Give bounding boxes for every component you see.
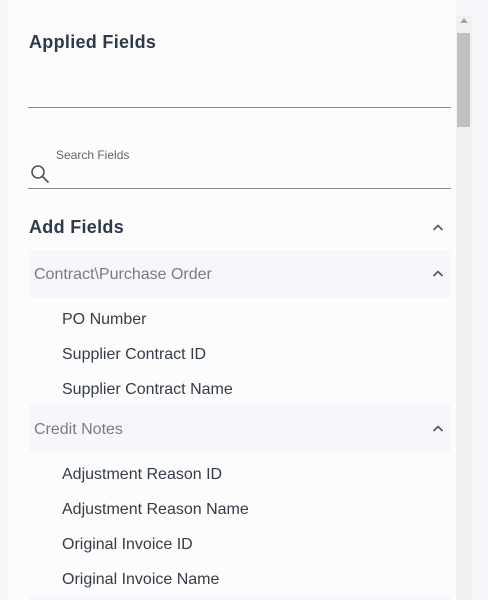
next-group-header[interactable] xyxy=(29,595,451,600)
field-item-adjustment-reason-id[interactable]: Adjustment Reason ID xyxy=(62,466,222,484)
chevron-up-icon[interactable] xyxy=(430,220,446,236)
field-item-supplier-contract-name[interactable]: Supplier Contract Name xyxy=(62,381,233,399)
search-input-underline xyxy=(28,188,451,189)
chevron-up-icon xyxy=(432,270,444,277)
field-item-po-number[interactable]: PO Number xyxy=(62,311,146,329)
group-label: Contract\Purchase Order xyxy=(34,266,212,283)
field-item-original-invoice-name[interactable]: Original Invoice Name xyxy=(62,571,219,589)
group-label: Credit Notes xyxy=(34,421,123,438)
vertical-scrollbar[interactable] xyxy=(456,16,472,600)
arrow-up-icon[interactable] xyxy=(460,18,468,23)
scrollbar-thumb[interactable] xyxy=(457,33,470,127)
fields-panel: Applied Fields Search Fields Add Fields … xyxy=(8,0,456,600)
search-input[interactable] xyxy=(56,166,446,184)
group-header-credit-notes[interactable]: Credit Notes xyxy=(29,405,451,453)
search-icon xyxy=(31,165,49,183)
search-fields-label: Search Fields xyxy=(56,148,130,162)
chevron-up-icon xyxy=(432,425,444,432)
field-item-original-invoice-id[interactable]: Original Invoice ID xyxy=(62,536,193,554)
applied-fields-heading: Applied Fields xyxy=(29,32,157,52)
field-item-adjustment-reason-name[interactable]: Adjustment Reason Name xyxy=(62,501,249,519)
add-fields-heading: Add Fields xyxy=(29,217,125,237)
group-header-contract-purchase-order[interactable]: Contract\Purchase Order xyxy=(29,250,451,298)
applied-fields-divider xyxy=(28,107,451,108)
field-item-supplier-contract-id[interactable]: Supplier Contract ID xyxy=(62,346,206,364)
